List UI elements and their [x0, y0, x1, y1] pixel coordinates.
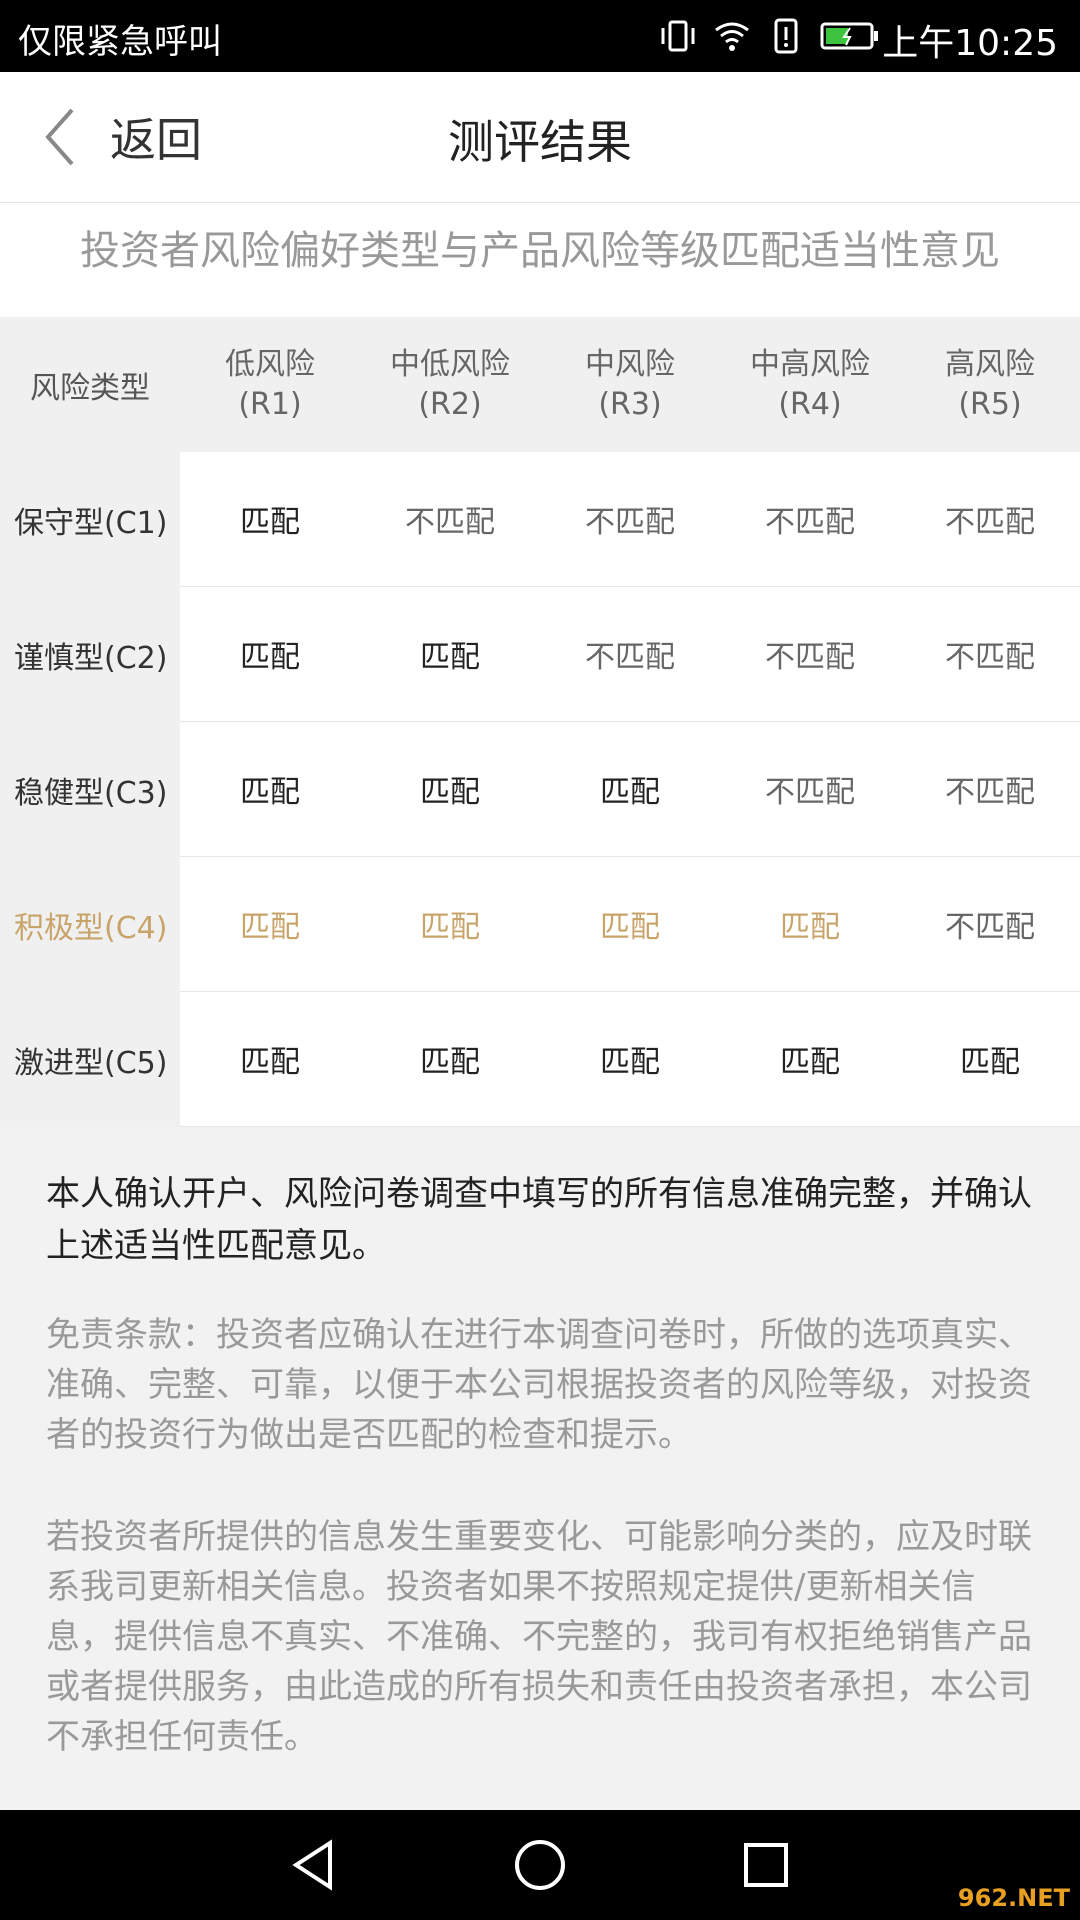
app-header: 返回 测评结果 [0, 72, 1080, 203]
column-header: 低风险 (R1) [225, 346, 315, 422]
column-header: 中低风险 (R2) [390, 346, 510, 422]
row-cells: 匹配 不匹配 不匹配 不匹配 不匹配 [180, 452, 1080, 587]
match-cell: 不匹配 [765, 775, 855, 810]
match-cell: 不匹配 [765, 505, 855, 540]
match-cell: 匹配 [960, 1045, 1020, 1080]
match-cell: 不匹配 [945, 640, 1035, 675]
page-title: 测评结果 [448, 115, 632, 169]
section-subtitle: 投资者风险偏好类型与产品风险等级匹配适当性意见 [0, 203, 1080, 317]
match-cell: 不匹配 [585, 640, 675, 675]
match-cell: 匹配 [240, 505, 300, 540]
match-cell: 不匹配 [945, 910, 1035, 945]
disclaimer-text: 免责条款：投资者应确认在进行本调查问卷时，所做的选项真实、准确、完整、可靠，以便… [46, 1315, 1032, 1455]
match-cell: 匹配 [240, 775, 300, 810]
notice-text: 若投资者所提供的信息发生重要变化、可能影响分类的，应及时联系我司更新相关信息。投… [46, 1517, 1032, 1757]
recents-square-icon [744, 1843, 788, 1887]
wifi-icon [712, 16, 752, 56]
column-header: 高风险 (R5) [945, 346, 1035, 422]
corner-header: 风险类型 [30, 370, 150, 406]
table-row: 谨慎型(C2) 匹配 匹配 不匹配 不匹配 不匹配 [0, 587, 1080, 722]
match-cell: 不匹配 [765, 640, 855, 675]
match-cell: 匹配 [600, 910, 660, 945]
match-cell: 匹配 [420, 910, 480, 945]
nav-recents-button[interactable] [738, 1837, 794, 1893]
alert-icon [766, 16, 806, 56]
battery-charging-icon [820, 16, 880, 56]
match-cell: 不匹配 [405, 505, 495, 540]
column-header: 中高风险 (R4) [750, 346, 870, 422]
match-cell: 匹配 [780, 1045, 840, 1080]
row-cells: 匹配 匹配 匹配 匹配 匹配 [180, 992, 1080, 1127]
match-cell: 匹配 [240, 1045, 300, 1080]
table-body: 保守型(C1) 匹配 不匹配 不匹配 不匹配 不匹配 谨慎型(C2) 匹配 匹配 不匹配 不匹配 不匹… [0, 452, 1080, 1127]
nav-home-button[interactable] [512, 1837, 568, 1893]
table-header: 风险类型 低风险 (R1) 中低风险 (R2) 中风险 (R3) 中高风险 (R4) 高… [0, 317, 1080, 452]
back-triangle-icon [292, 1839, 332, 1891]
row-cells: 匹配 匹配 不匹配 不匹配 不匹配 [180, 587, 1080, 722]
match-cell: 匹配 [600, 775, 660, 810]
status-icons [658, 16, 880, 56]
match-cell: 匹配 [780, 910, 840, 945]
match-cell: 匹配 [240, 910, 300, 945]
table-row: 激进型(C5) 匹配 匹配 匹配 匹配 匹配 [0, 992, 1080, 1127]
match-cell: 匹配 [420, 640, 480, 675]
risk-matching-table: 风险类型 低风险 (R1) 中低风险 (R2) 中风险 (R3) 中高风险 (R4) 高… [0, 317, 1080, 1127]
table-row: 保守型(C1) 匹配 不匹配 不匹配 不匹配 不匹配 [0, 452, 1080, 587]
row-label: 谨慎型(C2) [0, 587, 180, 722]
match-cell: 不匹配 [945, 505, 1035, 540]
column-header: 中风险 (R3) [585, 346, 675, 422]
confirmation-text: 本人确认开户、风险问卷调查中填写的所有信息准确完整，并确认上述适当性匹配意见。 [46, 1174, 1032, 1266]
watermark-logo: 962.NET [957, 1884, 1070, 1912]
row-label: 稳健型(C3) [0, 722, 180, 857]
match-cell: 不匹配 [945, 775, 1035, 810]
row-label: 保守型(C1) [0, 452, 180, 587]
status-bar: 仅限紧急呼叫 上午10:25 [0, 0, 1080, 72]
table-row: 稳健型(C3) 匹配 匹配 匹配 不匹配 不匹配 [0, 722, 1080, 857]
row-label: 积极型(C4) [0, 857, 180, 992]
row-cells: 匹配 匹配 匹配 不匹配 不匹配 [180, 722, 1080, 857]
match-cell: 匹配 [600, 1045, 660, 1080]
match-cell: 匹配 [240, 640, 300, 675]
system-nav-bar: 962.NET [0, 1810, 1080, 1920]
nav-back-button[interactable] [286, 1837, 342, 1893]
carrier-label: 仅限紧急呼叫 [18, 22, 222, 62]
match-cell: 匹配 [420, 1045, 480, 1080]
vibrate-icon [658, 16, 698, 56]
home-circle-icon [515, 1840, 565, 1890]
clock: 上午10:25 [882, 23, 1058, 64]
row-label: 激进型(C5) [0, 992, 180, 1127]
table-row: 积极型(C4) 匹配 匹配 匹配 匹配 不匹配 [0, 857, 1080, 992]
match-cell: 不匹配 [585, 505, 675, 540]
match-cell: 匹配 [420, 775, 480, 810]
row-cells: 匹配 匹配 匹配 匹配 不匹配 [180, 857, 1080, 992]
